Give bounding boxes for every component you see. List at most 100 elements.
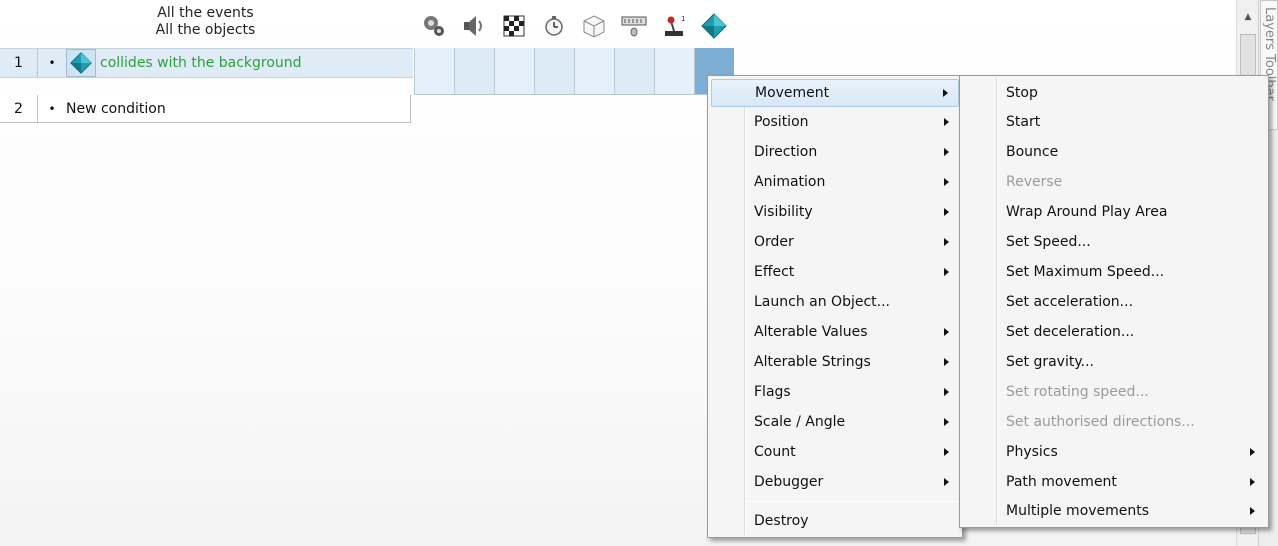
- submenu-arrow-icon: [944, 448, 949, 456]
- mouse-keyboard-icon[interactable]: [614, 6, 654, 46]
- submenu-arrow-icon: [944, 328, 949, 336]
- action-cell[interactable]: [534, 48, 574, 95]
- action-cell[interactable]: [574, 48, 614, 95]
- menu-item-label: Multiple movements: [1006, 503, 1150, 519]
- submenu-item-set-max-speed[interactable]: Set Maximum Speed...: [963, 258, 1265, 286]
- menu-item-label: Set acceleration...: [1006, 294, 1134, 310]
- action-context-menu: Movement Position Direction Animation Vi…: [707, 75, 963, 538]
- movement-submenu: Stop Start Bounce Reverse Wrap Around Pl…: [959, 75, 1269, 528]
- menu-item-label: Effect: [754, 264, 795, 280]
- menu-item-position[interactable]: Position: [711, 108, 959, 136]
- menu-item-label: Debugger: [754, 474, 824, 490]
- menu-item-destroy[interactable]: Destroy: [711, 507, 959, 535]
- submenu-item-set-acceleration[interactable]: Set acceleration...: [963, 288, 1265, 316]
- menu-item-label: Wrap Around Play Area: [1006, 204, 1168, 220]
- submenu-arrow-icon: [944, 268, 949, 276]
- menu-item-label: Set deceleration...: [1006, 324, 1135, 340]
- menu-item-label: Scale / Angle: [754, 414, 846, 430]
- menu-item-label: Start: [1006, 114, 1041, 130]
- event-number: 2: [0, 95, 38, 122]
- event-bullet: •: [48, 56, 56, 70]
- menu-item-label: Count: [754, 444, 796, 460]
- action-cell[interactable]: [494, 48, 534, 95]
- menu-item-label: Set rotating speed...: [1006, 384, 1149, 400]
- submenu-item-set-deceleration[interactable]: Set deceleration...: [963, 318, 1265, 346]
- menu-item-label: Set gravity...: [1006, 354, 1094, 370]
- storyboard-controls-icon[interactable]: [494, 6, 534, 46]
- submenu-item-set-gravity[interactable]: Set gravity...: [963, 348, 1265, 376]
- submenu-item-wrap-around[interactable]: Wrap Around Play Area: [963, 198, 1265, 226]
- special-conditions-icon[interactable]: [414, 6, 454, 46]
- submenu-arrow-icon: [1250, 507, 1255, 515]
- create-new-objects-icon[interactable]: [574, 6, 614, 46]
- submenu-item-start[interactable]: Start: [963, 108, 1265, 136]
- all-objects-label: All the objects: [155, 22, 256, 38]
- menu-item-label: Movement: [755, 85, 830, 101]
- action-cell[interactable]: [454, 48, 494, 95]
- submenu-arrow-icon: [944, 238, 949, 246]
- new-condition-link[interactable]: New condition: [66, 101, 166, 117]
- submenu-arrow-icon: [944, 178, 949, 186]
- submenu-arrow-icon: [944, 388, 949, 396]
- event-row-2[interactable]: 2 • New condition: [0, 95, 411, 123]
- sound-icon[interactable]: [454, 6, 494, 46]
- action-cell[interactable]: [414, 48, 454, 95]
- menu-separator: [748, 501, 959, 502]
- menu-item-label: Set Speed...: [1006, 234, 1091, 250]
- menu-item-label: Stop: [1006, 85, 1038, 101]
- menu-item-order[interactable]: Order: [711, 228, 959, 256]
- submenu-item-reverse: Reverse: [963, 168, 1265, 196]
- submenu-arrow-icon: [944, 148, 949, 156]
- menu-item-label: Flags: [754, 384, 791, 400]
- submenu-arrow-icon: [944, 418, 949, 426]
- menu-item-label: Set Maximum Speed...: [1006, 264, 1165, 280]
- menu-item-label: Physics: [1006, 444, 1058, 460]
- submenu-arrow-icon: [944, 208, 949, 216]
- submenu-item-set-speed[interactable]: Set Speed...: [963, 228, 1265, 256]
- menu-item-scale-angle[interactable]: Scale / Angle: [711, 408, 959, 436]
- menu-item-launch-object[interactable]: Launch an Object...: [711, 288, 959, 316]
- menu-item-label: Alterable Values: [754, 324, 868, 340]
- player-joystick-icon[interactable]: 1: [654, 6, 694, 46]
- submenu-item-physics[interactable]: Physics: [963, 438, 1265, 466]
- action-cell[interactable]: [654, 48, 694, 95]
- menu-item-alterable-values[interactable]: Alterable Values: [711, 318, 959, 346]
- event-grid-header: All the events All the objects: [0, 0, 411, 48]
- menu-item-animation[interactable]: Animation: [711, 168, 959, 196]
- menu-item-movement[interactable]: Movement: [711, 79, 959, 107]
- submenu-item-stop[interactable]: Stop: [963, 79, 1265, 107]
- submenu-arrow-icon: [944, 478, 949, 486]
- menu-item-effect[interactable]: Effect: [711, 258, 959, 286]
- active-object-diamond-icon[interactable]: [694, 6, 734, 46]
- menu-item-label: Order: [754, 234, 794, 250]
- menu-item-label: Alterable Strings: [754, 354, 871, 370]
- submenu-arrow-icon: [943, 89, 948, 97]
- submenu-item-path-movement[interactable]: Path movement: [963, 468, 1265, 496]
- submenu-arrow-icon: [944, 118, 949, 126]
- condition-text[interactable]: collides with the background: [100, 55, 302, 71]
- event-row-1[interactable]: 1 • collides with the background: [0, 48, 413, 78]
- menu-item-label: Bounce: [1006, 144, 1059, 160]
- menu-item-flags[interactable]: Flags: [711, 378, 959, 406]
- menu-item-alterable-strings[interactable]: Alterable Strings: [711, 348, 959, 376]
- submenu-item-set-authorised-directions: Set authorised directions...: [963, 408, 1265, 436]
- submenu-item-multiple-movements[interactable]: Multiple movements: [963, 497, 1265, 525]
- submenu-item-bounce[interactable]: Bounce: [963, 138, 1265, 166]
- menu-item-direction[interactable]: Direction: [711, 138, 959, 166]
- menu-item-label: Position: [754, 114, 809, 130]
- action-cell[interactable]: [614, 48, 654, 95]
- active-object-icon: [66, 49, 96, 77]
- submenu-arrow-icon: [1250, 448, 1255, 456]
- menu-item-label: Visibility: [754, 204, 813, 220]
- scroll-up-arrow-icon[interactable]: ▲: [1240, 8, 1256, 26]
- object-columns-header: 1: [414, 6, 734, 46]
- svg-text:1: 1: [681, 15, 685, 23]
- menu-item-label: Reverse: [1006, 174, 1063, 190]
- menu-item-visibility[interactable]: Visibility: [711, 198, 959, 226]
- timer-icon[interactable]: [534, 6, 574, 46]
- menu-item-count[interactable]: Count: [711, 438, 959, 466]
- menu-item-label: Direction: [754, 144, 818, 160]
- menu-item-debugger[interactable]: Debugger: [711, 468, 959, 496]
- menu-item-label: Path movement: [1006, 474, 1117, 490]
- submenu-arrow-icon: [1250, 478, 1255, 486]
